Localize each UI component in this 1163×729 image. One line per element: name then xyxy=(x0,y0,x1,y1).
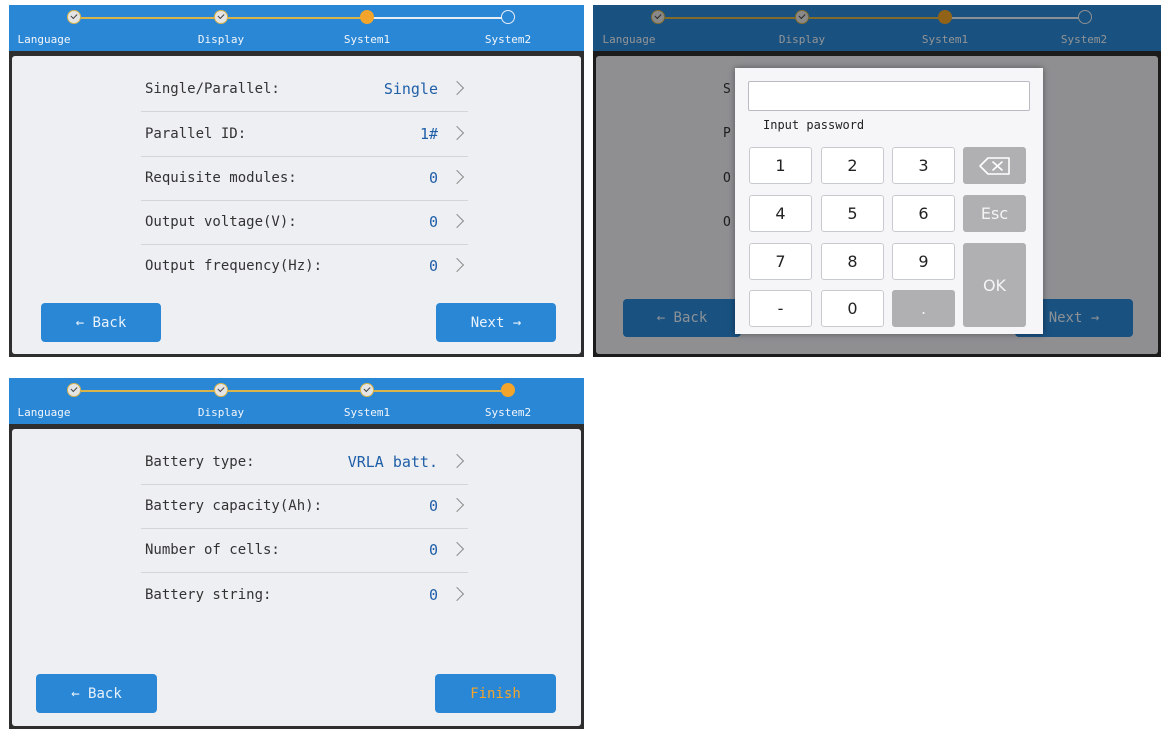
step-connector xyxy=(371,17,502,19)
setting-row-requisite-modules[interactable]: Requisite modules: 0 xyxy=(141,156,468,201)
step-done-check-icon xyxy=(67,383,81,397)
back-button[interactable]: ← Back xyxy=(41,303,161,342)
step-connector xyxy=(225,17,365,19)
setting-label: Output voltage(V): xyxy=(145,214,297,230)
setting-label: Requisite modules: xyxy=(145,170,297,186)
step-done-check-icon xyxy=(360,383,374,397)
setting-label: Output frequency(Hz): xyxy=(145,258,323,274)
chevron-right-icon xyxy=(449,497,465,513)
step-current-dot-icon xyxy=(501,383,515,397)
step-label-system1[interactable]: System1 xyxy=(344,33,390,46)
setting-row-parallel-id[interactable]: Parallel ID: 1# xyxy=(141,112,468,157)
step-current-dot-icon xyxy=(360,10,374,24)
step-pending-dot-icon xyxy=(501,10,515,24)
setting-value: 0 xyxy=(428,541,438,559)
keypad-key-6[interactable]: 6 xyxy=(892,195,955,232)
setting-row-output-frequency[interactable]: Output frequency(Hz): 0 xyxy=(141,244,468,288)
setting-row-battery-string[interactable]: Battery string: 0 xyxy=(141,573,468,617)
setting-label: Single/Parallel: xyxy=(145,81,280,97)
keypad-key-2[interactable]: 2 xyxy=(821,147,884,184)
keypad-key-minus[interactable]: - xyxy=(749,290,812,327)
keypad-key-3[interactable]: 3 xyxy=(892,147,955,184)
chevron-right-icon xyxy=(449,541,465,557)
setting-label: Number of cells: xyxy=(145,542,280,558)
step-done-check-icon xyxy=(214,10,228,24)
setting-row-single-parallel[interactable]: Single/Parallel: Single xyxy=(141,67,468,112)
step-connector xyxy=(225,390,365,392)
chevron-right-icon xyxy=(449,257,465,273)
step-connector xyxy=(371,390,502,392)
setting-value: 0 xyxy=(428,213,438,231)
step-done-check-icon xyxy=(67,10,81,24)
step-progress-header: Language Display System1 System2 xyxy=(9,5,584,51)
password-label: Input password xyxy=(763,118,865,132)
step-label-display[interactable]: Display xyxy=(198,33,244,46)
setting-value: 0 xyxy=(428,169,438,187)
setting-row-number-of-cells[interactable]: Number of cells: 0 xyxy=(141,528,468,573)
setting-row-output-voltage[interactable]: Output voltage(V): 0 xyxy=(141,200,468,245)
keypad-key-8[interactable]: 8 xyxy=(821,243,884,280)
step-connector xyxy=(81,17,219,19)
setting-value: 0 xyxy=(428,257,438,275)
setting-row-battery-type[interactable]: Battery type: VRLA batt. xyxy=(141,440,468,485)
keypad-key-4[interactable]: 4 xyxy=(749,195,812,232)
setting-label: Battery string: xyxy=(145,587,272,603)
setting-value: 0 xyxy=(428,497,438,515)
backspace-icon xyxy=(978,156,1010,175)
setting-value: 1# xyxy=(419,125,438,143)
setup-screen-system2: Language Display System1 System2 Battery… xyxy=(9,378,584,729)
password-input[interactable] xyxy=(748,81,1030,111)
chevron-right-icon xyxy=(449,125,465,141)
chevron-right-icon xyxy=(449,213,465,229)
step-done-check-icon xyxy=(214,383,228,397)
keypad-backspace-button[interactable] xyxy=(963,147,1026,184)
step-label-language[interactable]: Language xyxy=(18,406,71,419)
next-button[interactable]: Next → xyxy=(436,303,556,342)
setup-screen-system1: Language Display System1 System2 Single/… xyxy=(9,5,584,357)
keypad-key-7[interactable]: 7 xyxy=(749,243,812,280)
chevron-right-icon xyxy=(449,453,465,469)
setting-value: VRLA batt. xyxy=(347,453,438,471)
keypad-key-dot[interactable]: . xyxy=(892,290,955,327)
setting-label: Parallel ID: xyxy=(145,126,247,142)
setting-row-battery-capacity[interactable]: Battery capacity(Ah): 0 xyxy=(141,484,468,529)
keypad-ok-button[interactable]: OK xyxy=(963,243,1026,327)
back-button[interactable]: ← Back xyxy=(36,674,157,713)
step-label-display[interactable]: Display xyxy=(198,406,244,419)
keypad-key-5[interactable]: 5 xyxy=(821,195,884,232)
setting-value: Single xyxy=(383,80,438,98)
keypad-key-9[interactable]: 9 xyxy=(892,243,955,280)
keypad-esc-button[interactable]: Esc xyxy=(963,195,1026,232)
setting-label: Battery capacity(Ah): xyxy=(145,498,323,514)
keypad-key-1[interactable]: 1 xyxy=(749,147,812,184)
step-label-system2[interactable]: System2 xyxy=(485,406,531,419)
keypad-key-0[interactable]: 0 xyxy=(821,290,884,327)
setup-screen-password: Language Display System1 System2 S P O O… xyxy=(593,5,1161,357)
setting-label: Battery type: xyxy=(145,454,255,470)
password-dialog: Input password 1 2 3 4 5 6 Esc 7 8 9 OK … xyxy=(735,68,1043,334)
step-label-system1[interactable]: System1 xyxy=(344,406,390,419)
step-label-language[interactable]: Language xyxy=(18,33,71,46)
chevron-right-icon xyxy=(449,586,465,602)
chevron-right-icon xyxy=(449,169,465,185)
step-connector xyxy=(81,390,219,392)
finish-button[interactable]: Finish xyxy=(435,674,556,713)
setting-value: 0 xyxy=(428,586,438,604)
chevron-right-icon xyxy=(449,80,465,96)
step-progress-header: Language Display System1 System2 xyxy=(9,378,584,424)
step-label-system2[interactable]: System2 xyxy=(485,33,531,46)
